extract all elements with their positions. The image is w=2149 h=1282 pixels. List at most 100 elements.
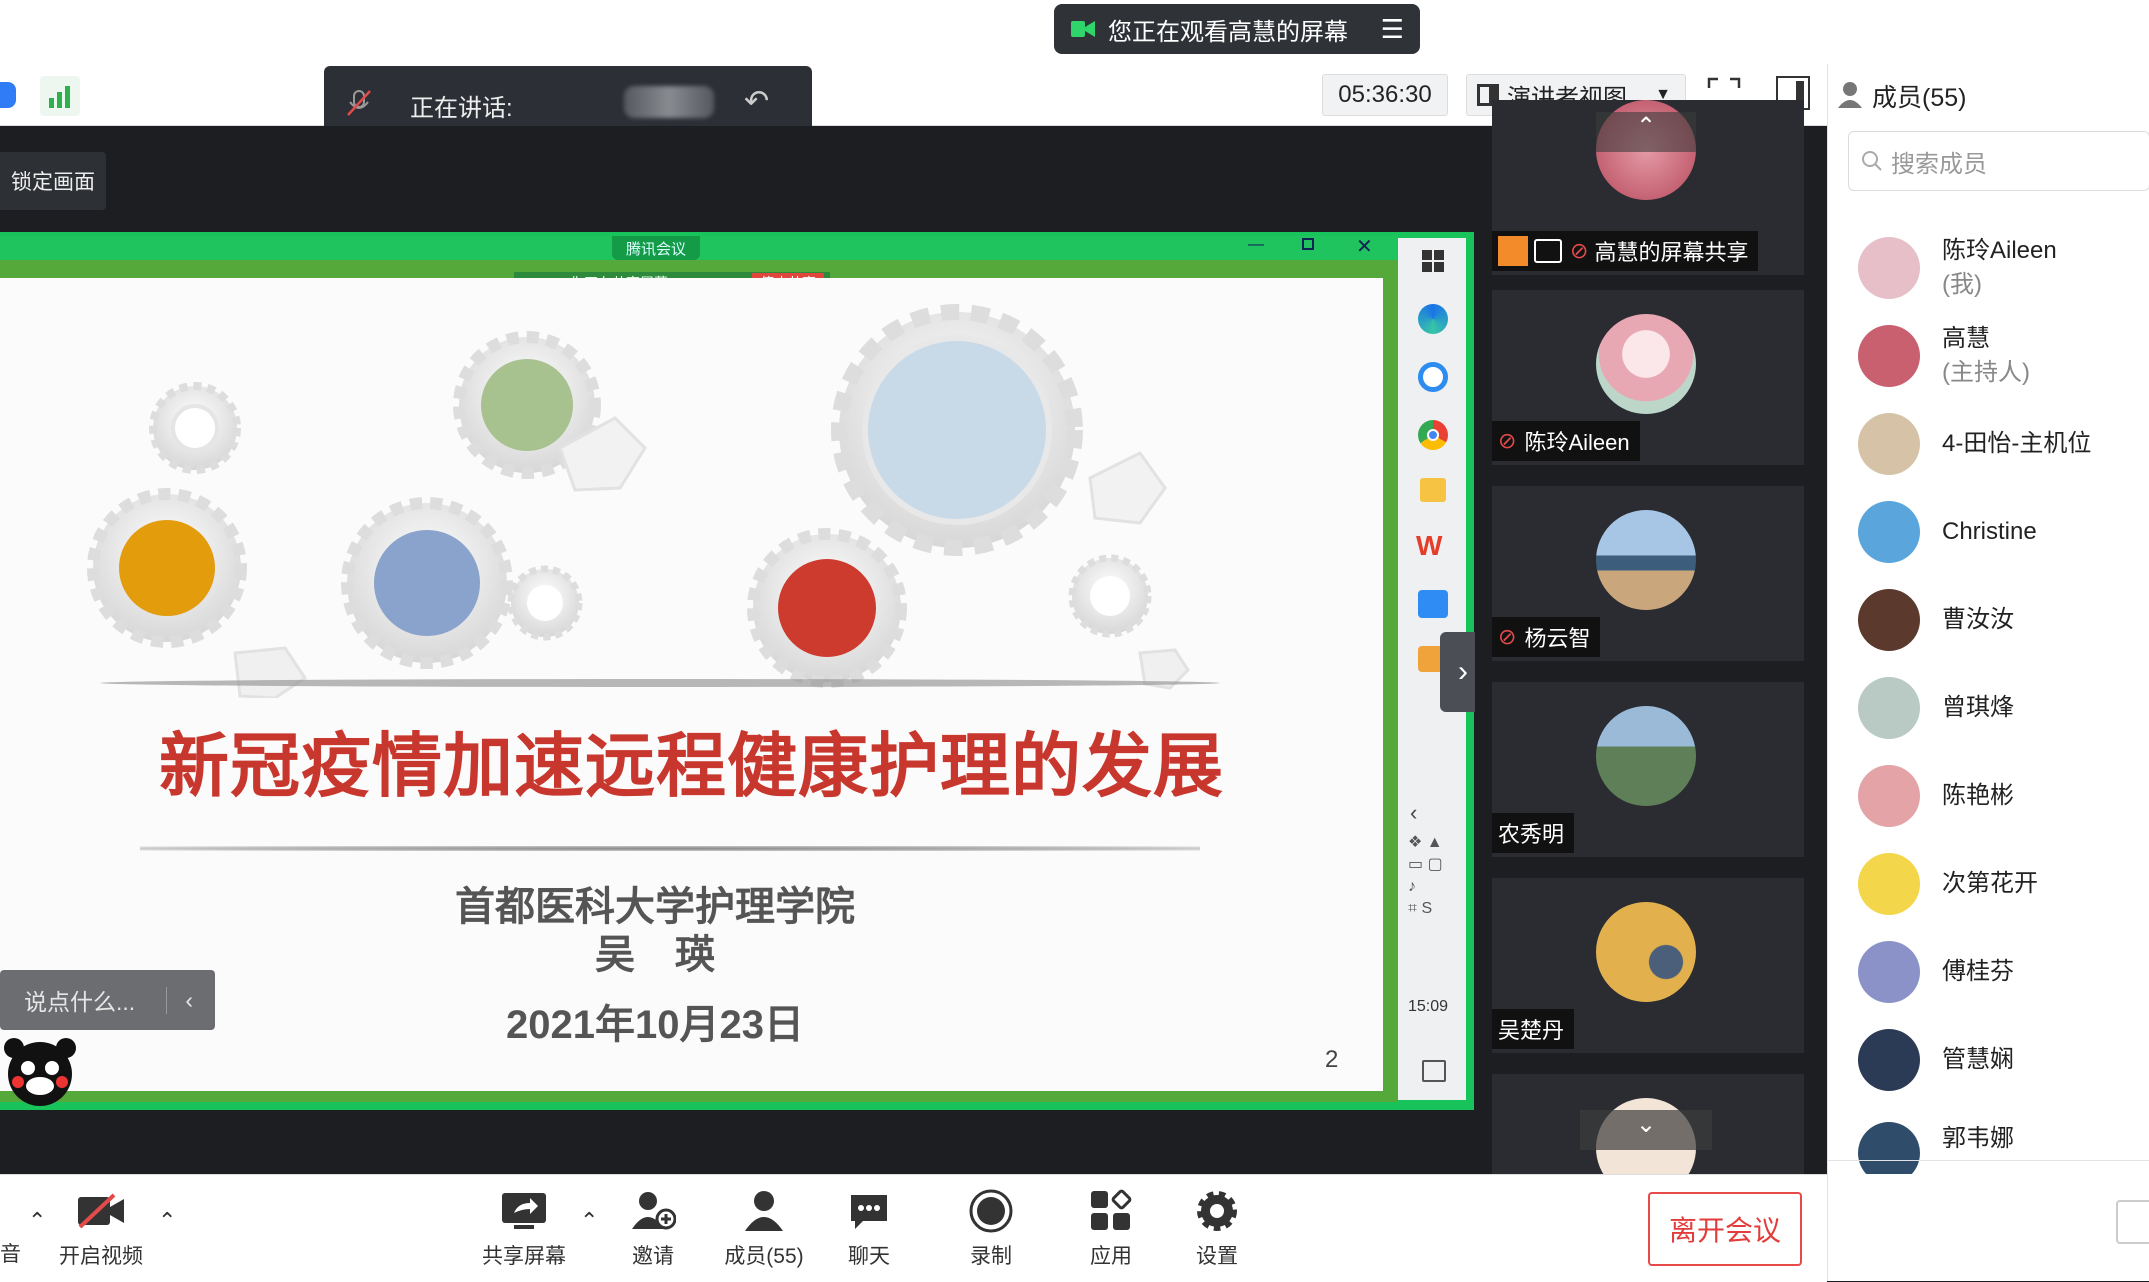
member-item[interactable]: 郭韦娜 (1858, 1108, 2138, 1174)
member-item[interactable]: 管慧娴 (1858, 1020, 2138, 1100)
avatar (1858, 765, 1920, 827)
member-item[interactable]: Christine (1858, 492, 2138, 572)
notification-icon[interactable] (1422, 1060, 1446, 1082)
video-off-icon (56, 1188, 146, 1234)
avatar (1858, 853, 1920, 915)
close-icon: ✕ (1356, 236, 1373, 258)
taskbar-clock: 15:09 (1408, 998, 1449, 1015)
signal-icon[interactable] (40, 76, 80, 116)
gear-icon (1182, 1188, 1252, 1234)
app-circle-icon[interactable] (1418, 362, 1448, 392)
banner-text: 您正在观看高慧的屏幕 (1108, 18, 1348, 46)
share-screen-icon (476, 1188, 572, 1234)
search-placeholder: 搜索成员 (1891, 150, 1987, 178)
settings-label: 设置 (1196, 1245, 1238, 1268)
member-item[interactable]: 次第花开 (1858, 844, 2138, 924)
panel-footer-button[interactable] (2116, 1200, 2149, 1244)
member-name: 次第花开 (1942, 870, 2038, 897)
chat-button[interactable]: 聊天 (834, 1188, 904, 1270)
mountain-app-icon[interactable] (1418, 590, 1448, 618)
hexagon-2 (1088, 451, 1167, 525)
chrome-icon[interactable] (1418, 420, 1448, 450)
share-options-caret[interactable]: ⌃ (580, 1208, 598, 1234)
member-role: (我) (1942, 271, 1982, 298)
audio-button-label[interactable]: 音 (0, 1238, 21, 1268)
gear-small-white-2 (507, 565, 583, 641)
gear-orange (87, 488, 247, 648)
member-name: 曹汝汝 (1942, 606, 2014, 633)
wps-icon[interactable]: W (1416, 532, 1450, 560)
video-options-caret[interactable]: ⌃ (158, 1208, 176, 1234)
tile-name-bar: ⊘ 陈玲Aileen (1492, 421, 1640, 461)
return-icon[interactable]: ↶ (744, 84, 769, 119)
gear-large-blue (831, 304, 1083, 556)
avatar (1858, 1122, 1920, 1174)
member-name: 陈玲Aileen (1942, 237, 2057, 264)
host-person-icon (1498, 236, 1528, 266)
app-title: 腾讯会议 (626, 240, 687, 258)
video-tile[interactable]: ⌄ (1492, 1074, 1804, 1198)
apps-label: 应用 (1090, 1245, 1132, 1268)
video-tile[interactable]: 农秀明 (1492, 682, 1804, 857)
restore-icon (1302, 238, 1314, 250)
invite-button[interactable]: 邀请 (618, 1188, 688, 1270)
share-screen-label: 共享屏幕 (482, 1245, 566, 1268)
search-members-input[interactable]: 搜索成员 (1848, 131, 2149, 191)
tile-name-bar: 吴楚丹 (1492, 1009, 1575, 1049)
minimize-icon: — (1248, 236, 1264, 253)
tray-expand-icon[interactable]: ‹ (1410, 800, 1417, 826)
chat-input-pill[interactable]: 说点什么... ‹ (0, 970, 215, 1030)
record-button[interactable]: 录制 (956, 1188, 1026, 1270)
audio-options-caret[interactable]: ⌃ (28, 1208, 46, 1234)
start-video-label: 开启视频 (59, 1245, 143, 1268)
folder-icon[interactable] (1420, 478, 1446, 502)
scroll-up-button[interactable]: ⌃ (1596, 112, 1696, 152)
search-icon (1861, 150, 1883, 172)
tile-name-bar: ⊘ 高慧的屏幕共享 (1492, 231, 1759, 271)
gear-small-white-3 (1068, 554, 1152, 638)
video-tile[interactable]: ⌃ ⊘ 高慧的屏幕共享 (1492, 100, 1804, 275)
mic-muted-icon (344, 88, 374, 123)
start-video-button[interactable]: 开启视频 (56, 1188, 146, 1270)
video-tile[interactable]: ⊘ 陈玲Aileen (1492, 290, 1804, 465)
member-name: 陈艳彬 (1942, 782, 2014, 809)
member-item[interactable]: 曹汝汝 (1858, 580, 2138, 660)
person-icon (1836, 80, 1864, 108)
member-item[interactable]: 曾琪烽 (1858, 668, 2138, 748)
member-item[interactable]: 陈玲Aileen (我) (1858, 228, 2138, 308)
screen-share-banner[interactable]: 您正在观看高慧的屏幕 ☰ (1054, 4, 1420, 54)
scroll-down-button[interactable]: ⌄ (1580, 1110, 1712, 1150)
avatar (1858, 237, 1920, 299)
menu-icon[interactable]: ☰ (1381, 14, 1404, 45)
member-item[interactable]: 陈艳彬 (1858, 756, 2138, 836)
chat-placeholder: 说点什么... (24, 989, 136, 1015)
member-name: 管慧娴 (1942, 1046, 2014, 1073)
tile-name: 杨云智 (1524, 626, 1591, 651)
member-item[interactable]: 4-田怡-主机位 (1858, 404, 2138, 484)
member-role: (主持人) (1942, 359, 2030, 386)
add-user-icon (618, 1188, 688, 1234)
shield-icon[interactable] (0, 82, 16, 108)
avatar (1858, 589, 1920, 651)
slide-title: 新冠疫情加速远程健康护理的发展 (159, 727, 1224, 805)
leave-meeting-button[interactable]: 离开会议 (1648, 1192, 1802, 1266)
member-item[interactable]: 傅桂芬 (1858, 932, 2138, 1012)
chevron-left-icon[interactable]: ‹ (166, 986, 193, 1014)
apps-button[interactable]: 应用 (1076, 1188, 1146, 1270)
screen-share-icon (1534, 239, 1562, 263)
meeting-timer: 05:36:30 (1322, 74, 1448, 116)
members-button[interactable]: 成员(55) (716, 1188, 812, 1270)
avatar (1596, 902, 1696, 1002)
tile-name-bar: 农秀明 (1492, 813, 1575, 853)
member-item[interactable]: 高慧 (主持人) (1858, 316, 2138, 396)
member-name: 4-田怡-主机位 (1942, 430, 2092, 457)
video-tile[interactable]: 吴楚丹 (1492, 878, 1804, 1053)
member-name: 傅桂芬 (1942, 958, 2014, 985)
edge-browser-icon[interactable] (1418, 304, 1448, 334)
lock-view-button[interactable]: 锁定画面 (0, 152, 106, 210)
settings-button[interactable]: 设置 (1182, 1188, 1252, 1270)
share-screen-button[interactable]: 共享屏幕 (476, 1188, 572, 1270)
tile-name: 陈玲Aileen (1524, 430, 1630, 455)
video-tile[interactable]: ⊘ 杨云智 (1492, 486, 1804, 661)
windows-start-icon[interactable] (1422, 250, 1444, 272)
